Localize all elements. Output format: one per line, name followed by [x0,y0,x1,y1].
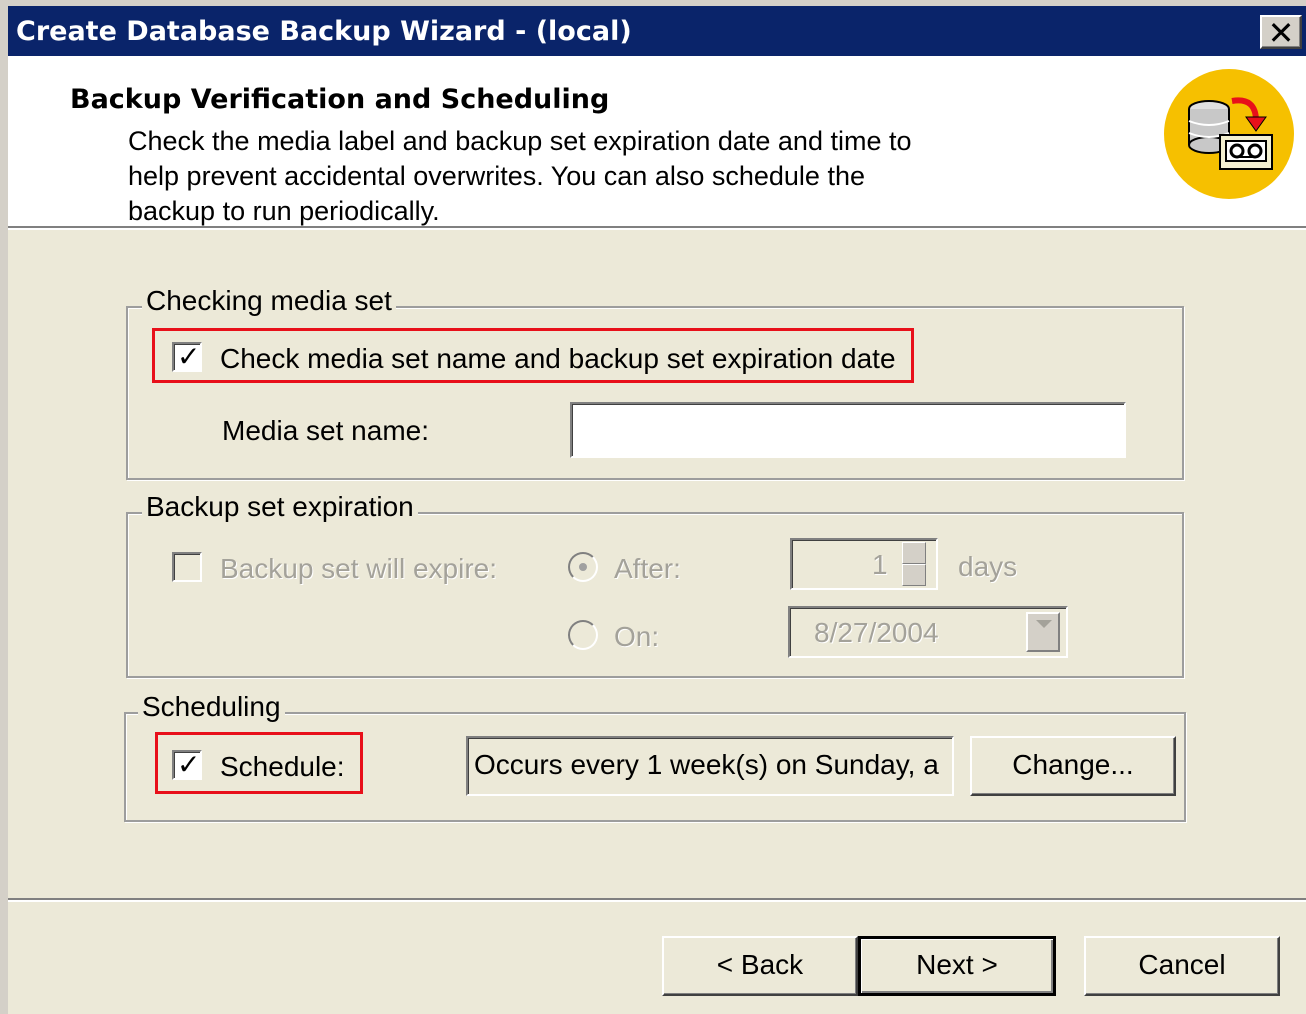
media-set-name-input[interactable] [570,402,1126,458]
date-dropdown-button[interactable] [1026,612,1060,652]
backup-set-expiration-label: Backup set expiration [142,492,418,522]
page-description: Check the media label and backup set exp… [128,126,912,226]
footer-divider-highlight [8,900,1306,902]
spin-down-button[interactable] [902,564,926,586]
close-button[interactable]: ✕ [1260,14,1302,52]
media-set-name-label: Media set name: [222,415,429,446]
checking-media-set-label: Checking media set [142,286,396,316]
days-label: days [958,551,1018,582]
after-days-value: 1 [872,550,888,580]
next-button[interactable]: Next > [858,936,1056,996]
window-title: Create Database Backup Wizard - (local) [16,16,632,47]
backup-set-expire-label: Backup set will expire: [220,553,498,584]
checkmark-icon: ✓ [177,340,201,373]
schedule-checkbox[interactable]: ✓ [172,748,202,781]
check-media-set-checkbox[interactable]: ✓ [172,340,202,373]
change-schedule-button[interactable]: Change... [970,736,1176,796]
after-days-input[interactable]: 1 [790,538,938,590]
wizard-header: Backup Verification and Scheduling Check… [8,56,1306,226]
back-button[interactable]: < Back [662,936,858,996]
after-label: After: [614,553,681,584]
checkmark-icon: ✓ [177,748,201,781]
page-title: Backup Verification and Scheduling [70,84,610,115]
on-radio[interactable] [568,620,598,650]
chevron-down-icon [1036,620,1052,628]
after-radio[interactable] [568,552,598,582]
backup-set-expire-checkbox[interactable] [172,552,202,582]
scheduling-label: Scheduling [138,692,285,722]
on-date-picker[interactable]: 8/27/2004 [788,606,1068,658]
title-bar: Create Database Backup Wizard - (local) … [8,6,1306,56]
schedule-label: Schedule: [220,751,345,782]
database-backup-tape-icon [1164,69,1294,199]
on-date-value: 8/27/2004 [814,618,939,648]
check-media-set-label: Check media set name and backup set expi… [220,343,896,374]
schedule-description-value: Occurs every 1 week(s) on Sunday, a [474,750,939,780]
on-label: On: [614,621,660,652]
schedule-description-field: Occurs every 1 week(s) on Sunday, a [466,736,954,796]
close-icon: ✕ [1267,14,1295,52]
cancel-button[interactable]: Cancel [1084,936,1280,996]
radio-selected-dot [579,563,587,571]
spin-up-button[interactable] [902,542,926,564]
